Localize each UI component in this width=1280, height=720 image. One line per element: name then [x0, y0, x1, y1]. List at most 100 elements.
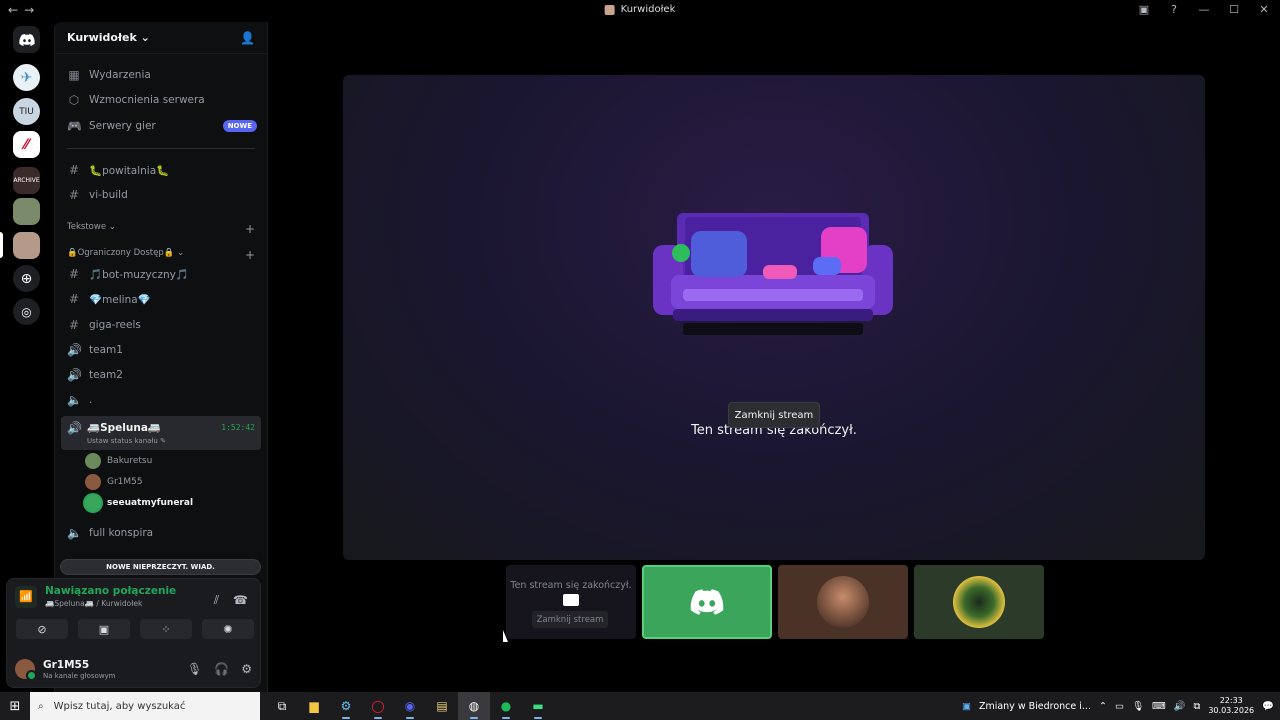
server-icon-kurwidolek[interactable]: [13, 232, 40, 259]
spotify-icon[interactable]: ●: [490, 692, 522, 720]
user-panel: 📶 Nawiązano połączenie 🚐Speluna🚐 / Kurwi…: [6, 578, 261, 688]
tile-user-gr1m55[interactable]: [778, 565, 908, 639]
window-title: Kurwidołek: [604, 4, 675, 15]
server-icon-5[interactable]: [13, 198, 40, 225]
channel-status-setter[interactable]: Ustaw status kanału ✎: [87, 437, 166, 445]
soundboard-button[interactable]: ✺: [202, 619, 254, 639]
channel-melina[interactable]: # 💎melina💎: [61, 288, 261, 310]
news-widget[interactable]: Zmiany w Biedronce i...: [979, 701, 1091, 712]
stream-stage: Ten stream się zakończył. Zamknij stream: [343, 75, 1205, 560]
channel-bot-muzyczny[interactable]: # 🎵bot-muzyczny🎵: [61, 263, 261, 285]
avatar: [817, 576, 869, 628]
add-channel-icon[interactable]: +: [245, 222, 255, 236]
monitor-icon: [563, 594, 579, 606]
taskbar-search[interactable]: ⌕ Wpisz tutaj, aby wyszukać: [30, 692, 260, 720]
minimize-button[interactable]: —: [1196, 3, 1212, 16]
tray-icon[interactable]: ▭: [1115, 701, 1124, 712]
add-channel-icon[interactable]: +: [245, 248, 255, 262]
opera-icon[interactable]: ◯: [362, 692, 394, 720]
discord-home-icon[interactable]: [13, 26, 40, 53]
user-avatar[interactable]: [15, 659, 37, 681]
channel-giga-reels[interactable]: # giga-reels: [61, 314, 261, 336]
share-screen-button[interactable]: ▣: [78, 619, 130, 639]
tile-discord-user[interactable]: [642, 565, 772, 639]
back-arrow-icon[interactable]: ←: [8, 3, 24, 17]
file-explorer-icon[interactable]: ▆: [298, 692, 330, 720]
server-icon-3[interactable]: ⁄⁄: [13, 131, 40, 158]
voice-member[interactable]: Bakuretsu: [85, 452, 261, 470]
noise-suppression-icon[interactable]: ⫽: [214, 593, 219, 608]
speaker-icon: 🔊: [67, 368, 82, 382]
notes-icon[interactable]: ▤: [426, 692, 458, 720]
forward-arrow-icon[interactable]: →: [24, 3, 40, 17]
voice-channel-dot[interactable]: 🔈 .: [61, 389, 261, 411]
hash-icon: #: [68, 292, 80, 306]
task-view-icon[interactable]: ⧉: [266, 692, 298, 720]
microphone-tray-icon[interactable]: 🎙: [1132, 701, 1144, 712]
gamepad-icon: 🎮: [67, 119, 82, 133]
clock[interactable]: 22:33 30.03.2026: [1208, 696, 1254, 716]
terminal-icon[interactable]: ▬: [522, 692, 554, 720]
server-icon-4[interactable]: ARCHIVE: [13, 167, 40, 194]
participant-tiles: Ten stream się zakończył. Zamknij stream: [506, 565, 1044, 639]
add-member-icon[interactable]: 👤: [240, 31, 255, 45]
settings-gear-icon[interactable]: ⚙: [241, 662, 252, 676]
voice-member-speaking[interactable]: seeuatmyfuneral: [85, 494, 261, 512]
chevron-up-icon[interactable]: ⌃: [1099, 701, 1107, 712]
discover-icon[interactable]: ◎: [13, 298, 40, 325]
close-button[interactable]: ✕: [1256, 3, 1272, 16]
news-widget-icon[interactable]: ▣: [962, 701, 971, 712]
discord-logo-icon: [690, 589, 724, 615]
avatar: [953, 576, 1005, 628]
activities-button[interactable]: ⁘: [140, 619, 192, 639]
menu-game-servers[interactable]: 🎮 Serwery gier NOWE: [61, 115, 261, 137]
close-stream-button[interactable]: Zamknij stream: [728, 402, 820, 428]
microphone-icon[interactable]: 🎙: [187, 662, 202, 676]
server-header[interactable]: Kurwidołek ⌄ 👤: [55, 22, 267, 54]
add-server-icon[interactable]: ⊕: [13, 265, 40, 292]
inbox-icon[interactable]: ▣: [1136, 3, 1152, 16]
maximize-button[interactable]: ☐: [1226, 3, 1242, 16]
tile-user-bakuretsu[interactable]: [914, 565, 1044, 639]
voice-member[interactable]: Gr1M55: [85, 473, 261, 491]
mouse-cursor: [503, 630, 508, 642]
camera-off-button[interactable]: ⊘: [16, 619, 68, 639]
server-icon-1[interactable]: ✈: [13, 64, 40, 91]
windows-taskbar: ⊞ ⌕ Wpisz tutaj, aby wyszukać ⧉ ▆ ⚙ ◯ ◉ …: [0, 692, 1280, 720]
steam-icon[interactable]: ⚙: [330, 692, 362, 720]
category-text[interactable]: Tekstowe ⌄ +: [67, 222, 255, 236]
tile-ended-stream[interactable]: Ten stream się zakończył. Zamknij stream: [506, 565, 636, 639]
menu-events[interactable]: ▦ Wydarzenia: [61, 64, 261, 86]
active-server-indicator: [0, 232, 3, 258]
help-icon[interactable]: ?: [1166, 3, 1182, 16]
avatar: [85, 453, 101, 469]
headphones-icon[interactable]: 🎧: [214, 662, 229, 676]
voice-channel-team2[interactable]: 🔊 team2: [61, 364, 261, 386]
language-icon[interactable]: ⧉: [1194, 701, 1201, 712]
channel-powitalnia[interactable]: # 🐛powitalnia🐛: [61, 159, 261, 181]
voice-channel-speluna[interactable]: 🔊 🚐Speluna🚐 Ustaw status kanału ✎ 1:52:4…: [61, 416, 261, 450]
menu-boosts[interactable]: ⬡ Wzmocnienia serwera: [61, 89, 261, 111]
disconnect-icon[interactable]: ☎: [233, 593, 248, 608]
signal-icon: 📶: [15, 585, 37, 608]
boost-icon: ⬡: [68, 93, 80, 107]
voice-channel-full-konspira[interactable]: 🔈 full konspira: [61, 522, 261, 544]
locked-speaker-icon: 🔈: [67, 393, 82, 407]
network-icon[interactable]: ⌨: [1152, 701, 1166, 712]
notifications-icon[interactable]: 💬: [1262, 701, 1274, 712]
speaker-icon: 🔊: [67, 421, 82, 435]
unread-messages-bar[interactable]: NOWE NIEPRZECZYT. WIAD.: [60, 559, 261, 575]
title-bar: ←→ Kurwidołek ▣ ? — ☐ ✕: [0, 0, 1280, 22]
hash-icon: #: [68, 267, 80, 281]
server-icon-tiu[interactable]: TIU: [13, 98, 40, 125]
chevron-down-icon: ⌄: [140, 31, 150, 44]
channel-vi-build[interactable]: # vi-build: [61, 184, 261, 206]
voice-connection-status[interactable]: 📶 Nawiązano połączenie 🚐Speluna🚐 / Kurwi…: [15, 585, 176, 608]
discord-taskbar-icon[interactable]: ◉: [394, 692, 426, 720]
volume-icon[interactable]: 🔊: [1174, 701, 1186, 712]
windows-start-icon[interactable]: ⊞: [0, 692, 30, 720]
tile-close-stream-button[interactable]: Zamknij stream: [532, 611, 608, 628]
obs-icon[interactable]: ◍: [458, 692, 490, 720]
voice-channel-team1[interactable]: 🔊 team1: [61, 339, 261, 361]
category-restricted[interactable]: 🔒Ograniczony Dostęp🔒 ⌄ +: [67, 248, 255, 262]
